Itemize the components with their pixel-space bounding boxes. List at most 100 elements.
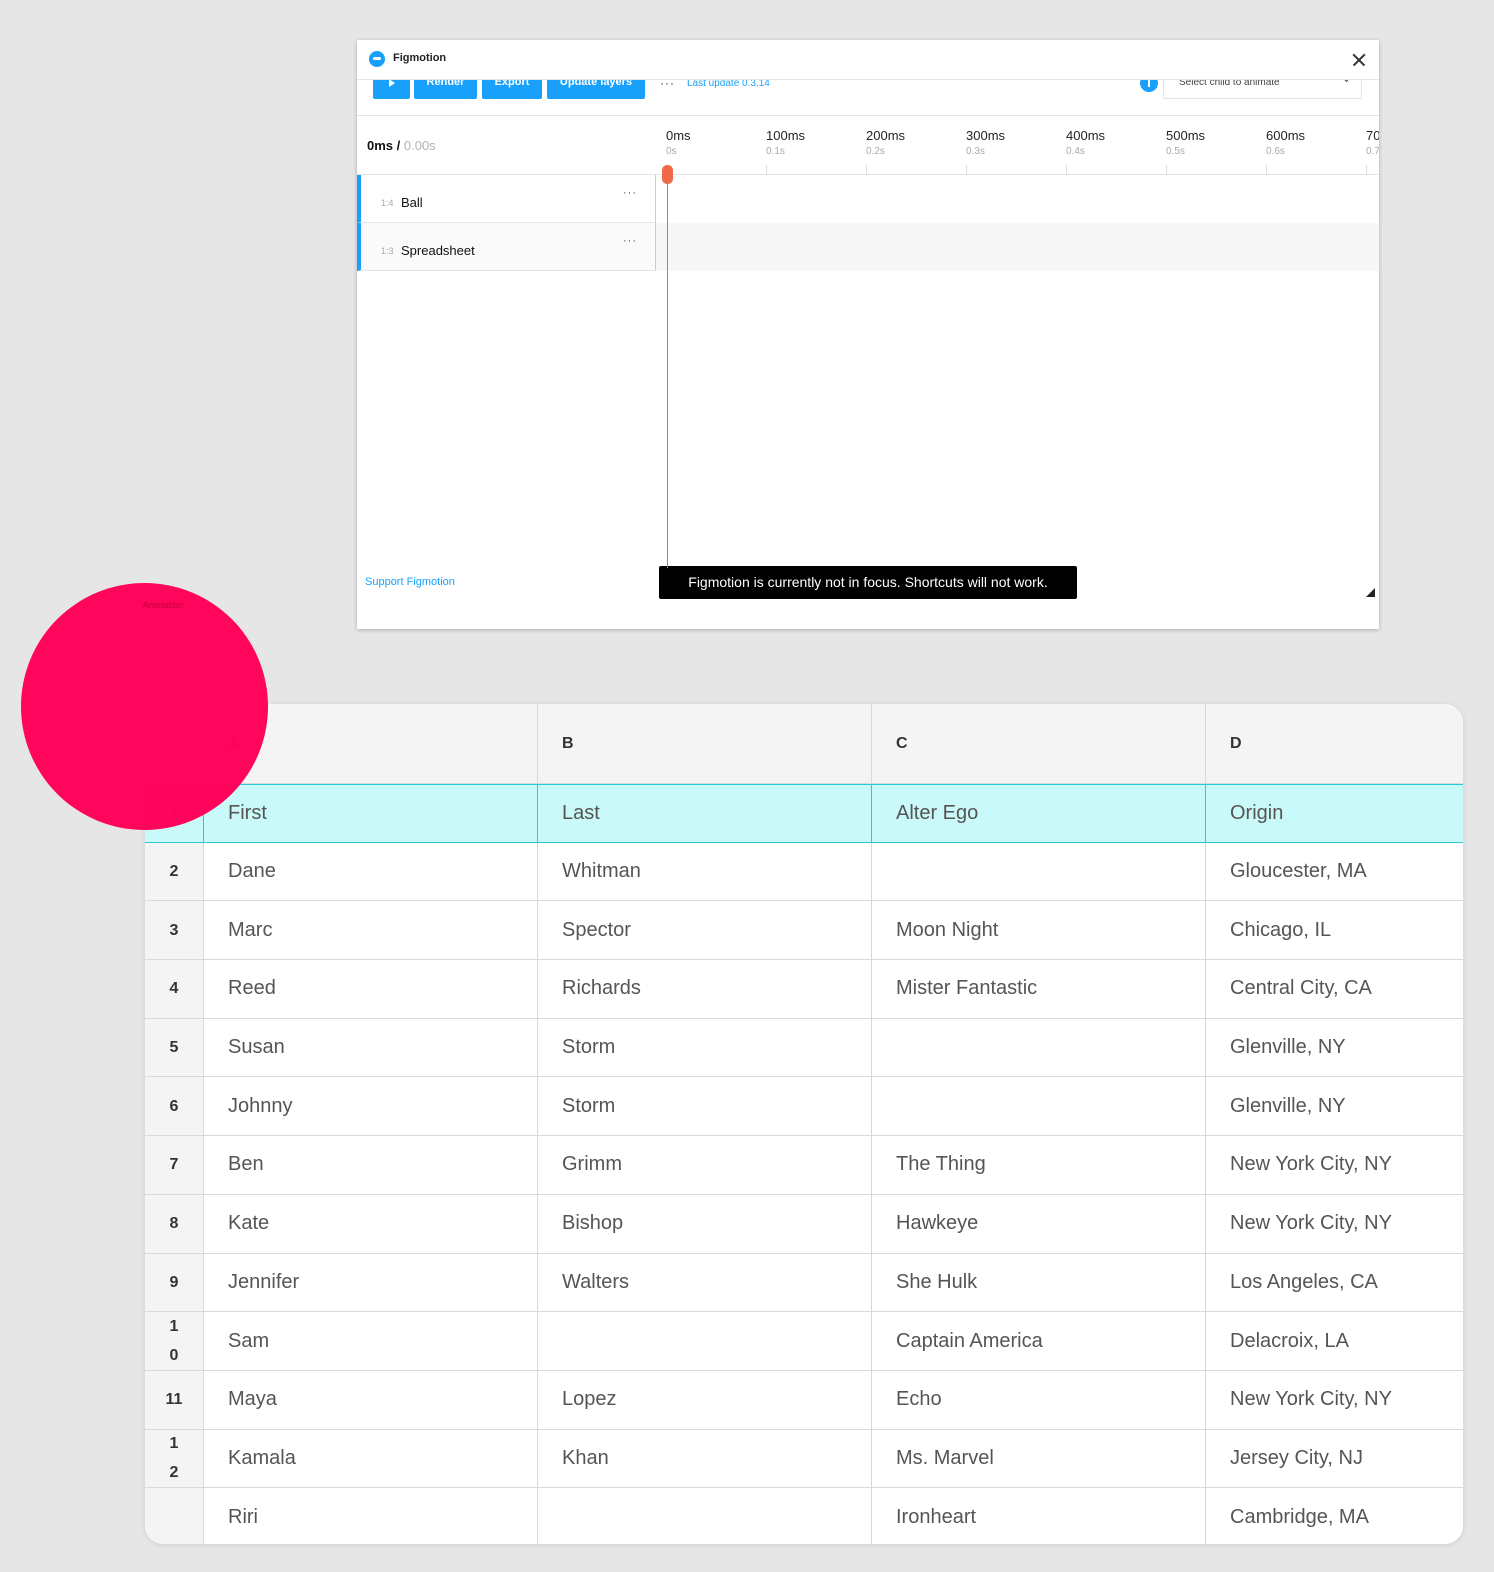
table-cell[interactable] xyxy=(872,842,1206,902)
table-cell[interactable]: New York City, NY xyxy=(1206,1195,1463,1254)
table-cell[interactable]: Origin xyxy=(1206,784,1463,843)
row-header[interactable]: 4 xyxy=(145,960,204,1019)
table-cell[interactable]: Ms. Marvel xyxy=(872,1429,1206,1489)
table-cell[interactable] xyxy=(872,1018,1206,1078)
table-cell[interactable]: First xyxy=(204,784,538,843)
table-cell[interactable]: Grimm xyxy=(538,1136,872,1195)
timeline-track-ball[interactable] xyxy=(656,175,1379,223)
table-cell[interactable]: Ben xyxy=(204,1136,538,1195)
ruler-tick: 70 0.7 xyxy=(1356,116,1379,175)
row-header[interactable]: 2 xyxy=(145,842,204,902)
support-link[interactable]: Support Figmotion xyxy=(365,576,455,588)
row-header[interactable]: 5 xyxy=(145,1018,204,1078)
table-cell[interactable]: Johnny xyxy=(204,1077,538,1137)
table-cell[interactable]: Riri xyxy=(204,1488,538,1544)
table-cell[interactable]: Central City, CA xyxy=(1206,960,1463,1019)
tick-mark xyxy=(1366,165,1367,175)
layer-name: Ball xyxy=(401,195,423,210)
table-cell[interactable]: She Hulk xyxy=(872,1253,1206,1313)
title-bar: Figmotion xyxy=(357,40,1379,80)
tick-s: 0.2s xyxy=(866,146,885,157)
table-cell[interactable]: Jennifer xyxy=(204,1253,538,1313)
layer-row-spreadsheet[interactable]: 1:3 Spreadsheet ··· xyxy=(357,223,656,271)
table-cell[interactable]: Maya xyxy=(204,1370,538,1430)
row-header[interactable]: 9 xyxy=(145,1253,204,1313)
table-cell[interactable] xyxy=(538,1488,872,1544)
row-header[interactable]: 7 xyxy=(145,1136,204,1195)
layer-menu-icon[interactable]: ··· xyxy=(623,235,637,247)
column-header-d[interactable]: D xyxy=(1206,704,1463,784)
table-cell[interactable]: Captain America xyxy=(872,1312,1206,1371)
table-cell[interactable]: New York City, NY xyxy=(1206,1371,1463,1430)
table-cell[interactable]: Mister Fantastic xyxy=(872,960,1206,1019)
table-cell[interactable]: Kate xyxy=(204,1194,538,1254)
row-header[interactable]: 1 2 xyxy=(145,1429,204,1489)
current-time: 0ms / 0.00s xyxy=(367,138,436,153)
table-cell[interactable]: Whitman xyxy=(538,842,872,902)
table-cell[interactable]: Spector xyxy=(538,901,872,961)
playhead-handle[interactable] xyxy=(662,165,673,184)
table-cell[interactable] xyxy=(538,1312,872,1371)
table-cell[interactable]: Sam xyxy=(204,1312,538,1371)
table-cell[interactable]: Cambridge, MA xyxy=(1206,1488,1463,1544)
timeline-track-spreadsheet[interactable] xyxy=(656,223,1379,271)
table-cell[interactable]: Los Angeles, CA xyxy=(1206,1254,1463,1313)
timeline-ruler[interactable]: 0ms 0s 100ms 0.1s 200ms 0.2s 300ms 0.3s 400m… xyxy=(656,116,1379,175)
tick-ms: 0ms xyxy=(666,128,691,143)
row-header[interactable]: 3 xyxy=(145,901,204,961)
table-cell[interactable]: Khan xyxy=(538,1429,872,1489)
table-cell[interactable]: Walters xyxy=(538,1253,872,1313)
tick-s: 0.4s xyxy=(1066,146,1085,157)
table-cell[interactable]: Bishop xyxy=(538,1194,872,1254)
layer-row-ball[interactable]: 1:4 Ball ··· xyxy=(357,175,656,223)
table-cell[interactable]: Susan xyxy=(204,1018,538,1078)
table-cell[interactable]: Delacroix, LA xyxy=(1206,1312,1463,1371)
row-header[interactable]: 8 xyxy=(145,1194,204,1254)
table-cell[interactable]: Marc xyxy=(204,901,538,961)
table-cell[interactable]: Richards xyxy=(538,960,872,1019)
table-cell[interactable] xyxy=(872,1077,1206,1137)
table-cell[interactable]: Alter Ego xyxy=(872,784,1206,843)
close-icon[interactable] xyxy=(1349,50,1369,70)
window-title: Figmotion xyxy=(393,52,447,64)
ruler-tick: 200ms 0.2s xyxy=(856,116,956,175)
ruler-tick: 300ms 0.3s xyxy=(956,116,1056,175)
timeline-header: 0ms / 0.00s 0ms 0s 100ms 0.1s 200ms 0.2s 30… xyxy=(357,116,1379,175)
table-cell[interactable]: Storm xyxy=(538,1077,872,1137)
row-header[interactable]: 11 xyxy=(145,1370,204,1430)
table-cell[interactable]: Ironheart xyxy=(872,1488,1206,1544)
table-cell[interactable]: Kamala xyxy=(204,1429,538,1489)
layer-index: 1:4 xyxy=(381,198,394,208)
table-cell[interactable]: Last xyxy=(538,784,872,843)
tick-mark xyxy=(866,165,867,175)
table-cell[interactable]: Glenville, NY xyxy=(1206,1019,1463,1078)
row-header[interactable] xyxy=(145,1488,204,1544)
table-cell[interactable]: Chicago, IL xyxy=(1206,901,1463,961)
tick-mark xyxy=(1266,165,1267,175)
table-cell[interactable]: Lopez xyxy=(538,1370,872,1430)
table-cell[interactable]: Glenville, NY xyxy=(1206,1077,1463,1137)
column-header-b[interactable]: B xyxy=(538,704,872,784)
table-cell[interactable]: Gloucester, MA xyxy=(1206,843,1463,902)
table-cell[interactable]: Reed xyxy=(204,960,538,1019)
tick-s: 0.3s xyxy=(966,146,985,157)
table-cell[interactable]: Hawkeye xyxy=(872,1194,1206,1254)
ball-shape[interactable] xyxy=(21,583,268,830)
spreadsheet-grid: ABCD1FirstLastAlter EgoOrigin2DaneWhitma… xyxy=(145,704,1463,1544)
column-header-c[interactable]: C xyxy=(872,704,1206,784)
table-cell[interactable]: New York City, NY xyxy=(1206,1136,1463,1195)
row-header[interactable]: 6 xyxy=(145,1077,204,1137)
table-cell[interactable]: The Thing xyxy=(872,1136,1206,1195)
table-cell[interactable]: Storm xyxy=(538,1018,872,1078)
layer-index: 1:3 xyxy=(381,246,394,256)
layer-menu-icon[interactable]: ··· xyxy=(623,187,637,199)
resize-handle-icon[interactable] xyxy=(1366,588,1375,597)
table-cell[interactable]: Dane xyxy=(204,842,538,902)
ruler-tick: 100ms 0.1s xyxy=(756,116,856,175)
table-cell[interactable]: Jersey City, NJ xyxy=(1206,1430,1463,1489)
current-time-ms: 0ms xyxy=(367,138,394,153)
tick-ms: 200ms xyxy=(866,128,906,143)
table-cell[interactable]: Echo xyxy=(872,1370,1206,1430)
table-cell[interactable]: Moon Night xyxy=(872,901,1206,961)
row-header[interactable]: 1 0 xyxy=(145,1312,204,1371)
